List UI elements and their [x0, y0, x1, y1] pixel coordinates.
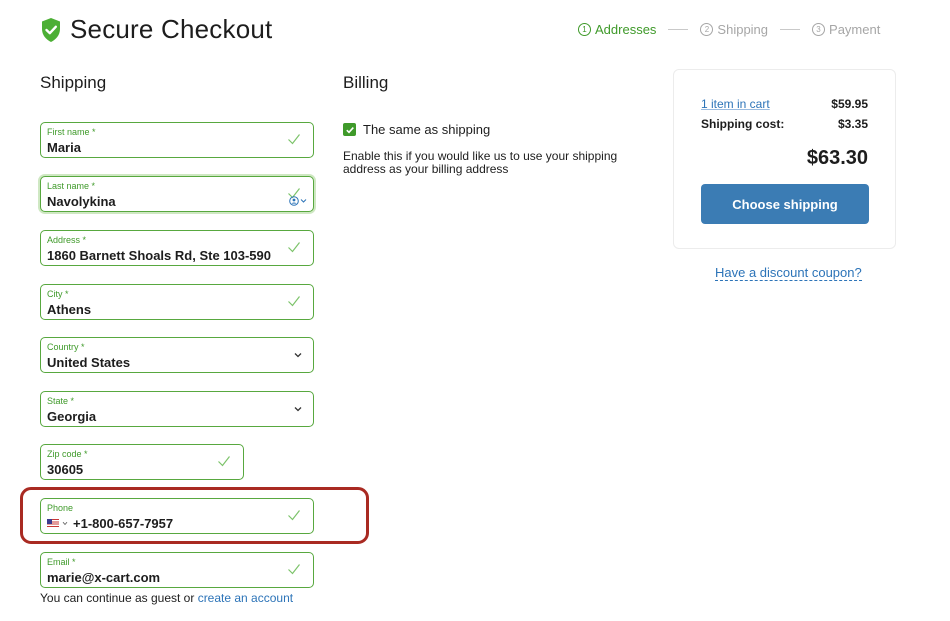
page-title: Secure Checkout [70, 14, 273, 44]
choose-shipping-button[interactable]: Choose shipping [701, 184, 869, 224]
step-divider [668, 29, 689, 30]
discount-coupon-link[interactable]: Have a discount coupon? [715, 265, 862, 281]
field-label: Country * [47, 342, 85, 352]
same-as-shipping-option[interactable]: The same as shipping [343, 122, 490, 137]
shipping-cost-label: Shipping cost: [701, 117, 785, 131]
check-icon [288, 134, 300, 145]
autofill-contact-icon[interactable] [289, 196, 299, 206]
checkmark-icon [345, 126, 354, 133]
field-value: 30605 [47, 462, 84, 477]
city-field[interactable]: City * Athens [40, 284, 314, 320]
address-field[interactable]: Address * 1860 Barnett Shoals Rd, Ste 10… [40, 230, 314, 266]
email-field[interactable]: Email * marie@x-cart.com [40, 552, 314, 588]
step-number: 1 [578, 23, 591, 36]
step-label: Addresses [595, 22, 657, 37]
step-shipping: 2 Shipping [700, 22, 768, 37]
field-value: Maria [47, 140, 81, 155]
field-label: Zip code * [47, 449, 88, 459]
field-value: Georgia [47, 409, 97, 424]
step-number: 2 [700, 23, 714, 36]
step-addresses[interactable]: 1 Addresses [578, 22, 656, 37]
field-value: United States [47, 355, 131, 370]
country-select[interactable]: Country * United States [40, 337, 314, 373]
guest-notice: You can continue as guest or create an a… [40, 591, 293, 605]
check-icon [288, 242, 300, 253]
items-in-cart-link[interactable]: 1 item in cart [701, 97, 770, 111]
field-label: State * [47, 396, 75, 406]
field-label: Email * [47, 557, 76, 567]
checkout-steps: 1 Addresses 2 Shipping 3 Payment [578, 22, 880, 37]
same-as-shipping-checkbox[interactable] [343, 123, 356, 136]
field-value: marie@x-cart.com [47, 570, 161, 585]
step-divider [780, 29, 801, 30]
order-summary: 1 item in cart $59.95 Shipping cost: $3.… [673, 69, 896, 249]
items-row: 1 item in cart $59.95 [701, 97, 868, 111]
order-total: $63.30 [806, 147, 868, 169]
guest-text: You can continue as guest or [40, 591, 195, 605]
items-price: $59.95 [831, 97, 868, 111]
shipping-cost-price: $3.35 [837, 117, 868, 131]
last-name-field[interactable]: Last name * Navolykina [40, 176, 314, 212]
field-value: 1860 Barnett Shoals Rd, Ste 103-590 [47, 248, 271, 263]
phone-highlight-annotation [20, 487, 369, 544]
field-label: City * [47, 289, 69, 299]
field-label: First name * [47, 127, 96, 137]
page-header: Secure Checkout [40, 14, 272, 45]
field-value: Athens [47, 302, 92, 317]
checkbox-label: The same as shipping [363, 122, 491, 137]
field-label: Address * [47, 235, 87, 245]
step-label: Shipping [717, 22, 769, 37]
field-label: Last name * [47, 181, 96, 191]
step-number: 3 [812, 23, 826, 36]
shipping-heading: Shipping [40, 73, 107, 92]
billing-heading: Billing [343, 73, 389, 92]
step-payment: 3 Payment [812, 22, 880, 37]
zip-code-field[interactable]: Zip code * 30605 [40, 444, 244, 480]
step-label: Payment [829, 22, 881, 37]
shipping-cost-row: Shipping cost: $3.35 [701, 117, 868, 131]
state-select[interactable]: State * Georgia [40, 391, 314, 427]
field-value: Navolykina [47, 194, 116, 209]
billing-note: Enable this if you would like us to use … [343, 149, 618, 176]
check-icon [218, 456, 230, 467]
check-icon [288, 564, 300, 575]
first-name-field[interactable]: First name * Maria [40, 122, 314, 158]
chevron-down-icon [294, 353, 302, 358]
chevron-down-icon [300, 199, 307, 203]
chevron-down-icon [294, 407, 302, 412]
check-icon [288, 296, 300, 307]
shield-check-icon [40, 17, 62, 43]
create-account-link[interactable]: create an account [198, 591, 293, 605]
